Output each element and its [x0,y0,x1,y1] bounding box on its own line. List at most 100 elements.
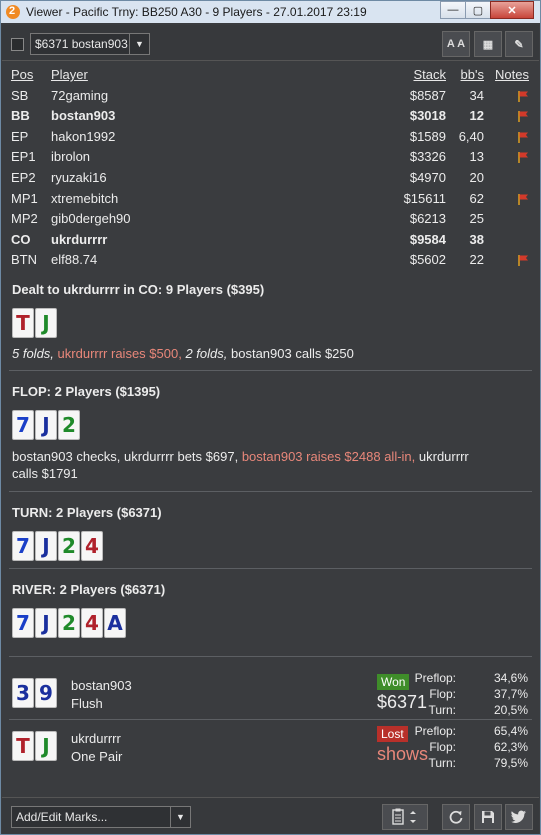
clipboard-button[interactable] [382,804,428,830]
bottom-bar: Add/Edit Marks... ▼ [2,797,539,834]
playing-card: 4 [81,608,103,638]
header-notes[interactable]: Notes [495,67,529,82]
playing-card: 2 [58,410,80,440]
equity-value: 62,3% [493,740,528,754]
players-table: Pos Player Stack bb's Notes SB 72gaming $8… [11,65,533,271]
chevron-down-icon[interactable]: ▼ [170,807,190,827]
note-flag-icon[interactable] [517,110,529,123]
note-flag-icon[interactable] [517,193,529,205]
maximize-button[interactable]: ▢ [465,1,491,19]
player-row[interactable]: MP1 xtremebitch $15611 62 [11,189,533,210]
divider [9,656,532,657]
playing-card: A [104,608,126,638]
font-size-icon: A A [446,38,466,50]
player-bbs: 38 [469,231,484,247]
player-row[interactable]: CO ukrdurrrr $9584 38 [11,230,533,251]
player-bbs: 20 [469,169,484,185]
player-stack: $4970 [409,169,446,185]
note-flag-icon[interactable] [517,131,529,143]
playing-card: T [12,731,34,761]
turn-title: TURN: 2 Players ($6371) [12,505,162,520]
player-pos: EP [11,128,29,144]
font-size-button[interactable]: A A [442,31,470,57]
save-icon [482,811,494,823]
title-bar: Viewer - Pacific Trny: BB250 A30 - 9 Pla… [1,1,540,23]
marks-select-value: Add/Edit Marks... [16,810,108,824]
note-flag-icon[interactable] [517,151,529,164]
player-name[interactable]: ryuzaki16 [51,170,107,185]
loser-cards: TJ [12,731,58,761]
player-stack: $6213 [409,211,446,227]
hand-select[interactable]: $6371 bostan903 ▼ [30,33,150,55]
equity-label: Flop: [429,687,456,701]
player-bbs: 25 [469,211,484,227]
playing-card: 2 [58,531,80,561]
equity-value: 20,5% [493,703,528,717]
hole-cards: TJ [12,308,58,338]
equity-label: Preflop: [414,671,456,685]
save-button[interactable] [474,804,502,830]
winner-name[interactable]: bostan903 [71,678,132,693]
header-stack[interactable]: Stack [413,67,446,82]
reload-button[interactable] [442,804,470,830]
playing-card: 7 [12,531,34,561]
note-flag-icon[interactable] [517,254,529,267]
playing-card: J [35,531,57,561]
chevron-down-icon[interactable]: ▼ [129,34,149,54]
player-name[interactable]: ukrdurrrr [51,232,107,247]
loser-name[interactable]: ukrdurrrr [71,731,121,746]
header-bbs[interactable]: bb's [461,67,484,82]
playing-card: 3 [12,678,34,708]
player-stack: $15611 [403,190,446,206]
player-row[interactable]: BB bostan903 $3018 12 [11,106,533,127]
player-bbs: 22 [469,252,484,268]
player-row[interactable]: BTN elf88.74 $5602 22 [11,250,533,271]
winner-cards: 39 [12,678,58,708]
player-stack: $3326 [409,149,446,165]
player-pos: SB [11,87,29,103]
player-name[interactable]: 72gaming [51,88,108,103]
player-row[interactable]: SB 72gaming $8587 34 [11,86,533,107]
player-bbs: 34 [469,87,484,103]
player-name[interactable]: gib0dergeh90 [51,211,131,226]
player-name[interactable]: xtremebitch [51,191,118,206]
player-name[interactable]: hakon1992 [51,129,115,144]
preflop-action-folds: 5 folds, [12,346,54,361]
twitter-button[interactable] [505,804,533,830]
player-bbs: 13 [469,149,484,165]
player-pos: BTN [11,252,37,268]
turn-cards: 7J24 [12,531,104,561]
player-stack: $3018 [409,108,446,124]
equity-value: 65,4% [493,724,528,738]
player-row[interactable]: EP hakon1992 $1589 6,40 [11,127,533,148]
close-button[interactable]: ✕ [490,1,534,19]
window-title: Viewer - Pacific Trny: BB250 A30 - 9 Pla… [26,5,367,19]
marks-select[interactable]: Add/Edit Marks... ▼ [11,806,191,828]
player-pos: CO [11,231,31,247]
river-cards: 7J24A [12,608,127,638]
player-row[interactable]: EP1 ibrolon $3326 13 [11,147,533,168]
divider [9,370,532,371]
player-name[interactable]: bostan903 [51,108,115,123]
equity-value: 79,5% [493,756,528,770]
flop-action-3: ukrdurrrr [418,449,469,464]
player-name[interactable]: ibrolon [51,149,90,164]
player-name[interactable]: elf88.74 [51,252,97,267]
viewer-window: Viewer - Pacific Trny: BB250 A30 - 9 Pla… [0,0,541,835]
note-flag-icon[interactable] [517,90,529,102]
player-row[interactable]: EP2 ryuzaki16 $4970 20 [11,168,533,189]
playing-card: J [35,731,57,761]
divider [9,568,532,569]
edit-button[interactable]: ✎ [505,31,533,57]
player-stack: $8587 [409,87,446,103]
mark-checkbox[interactable] [11,38,24,51]
equity-value: 37,7% [493,687,528,701]
equity-label: Preflop: [414,724,456,738]
reload-icon [449,810,463,824]
grid-button[interactable]: ▦ [474,31,502,57]
minimize-button[interactable]: — [440,1,466,19]
divider [9,719,532,720]
player-row[interactable]: MP2 gib0dergeh90 $6213 25 [11,209,533,230]
header-player[interactable]: Player [51,67,88,82]
header-pos[interactable]: Pos [11,67,33,82]
